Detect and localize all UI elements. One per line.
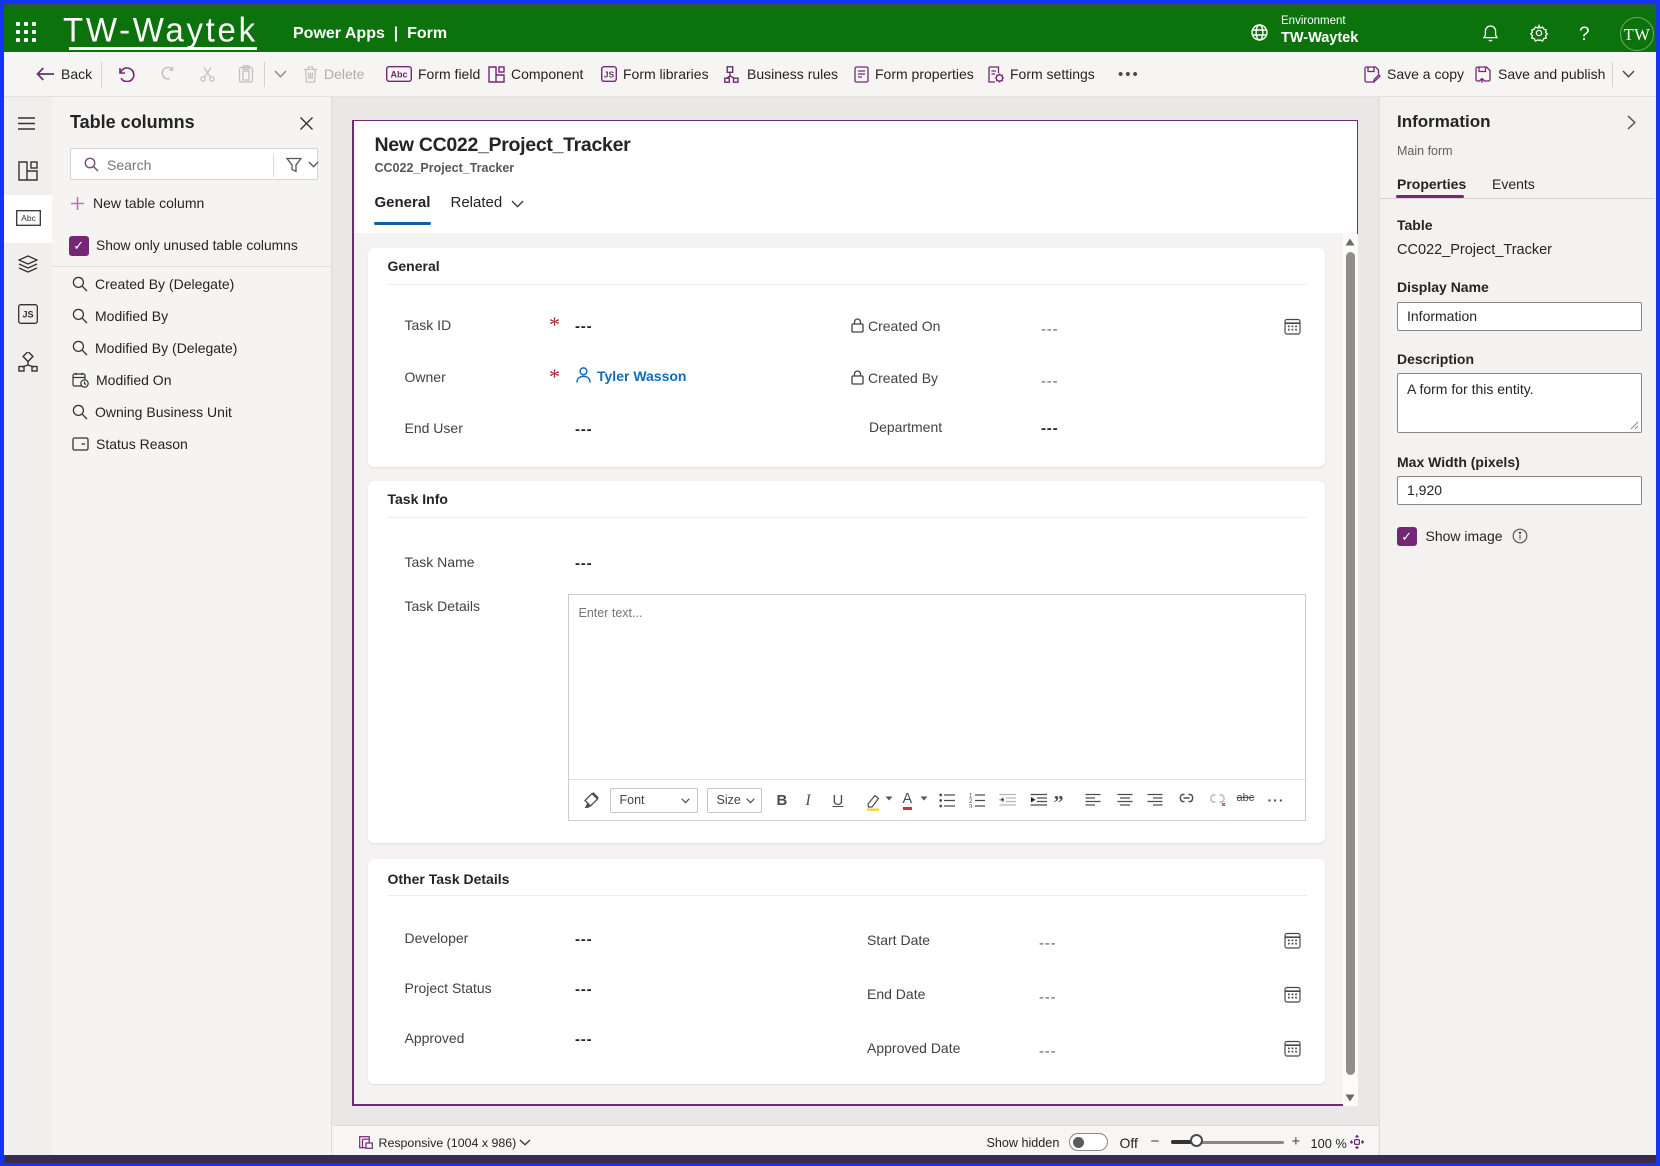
svg-text:3: 3 [969,804,973,808]
svg-text:JS: JS [22,310,33,320]
svg-text:Abc: Abc [390,70,407,80]
svg-text:Abc: Abc [21,213,36,223]
svg-text:JS: JS [604,70,615,80]
